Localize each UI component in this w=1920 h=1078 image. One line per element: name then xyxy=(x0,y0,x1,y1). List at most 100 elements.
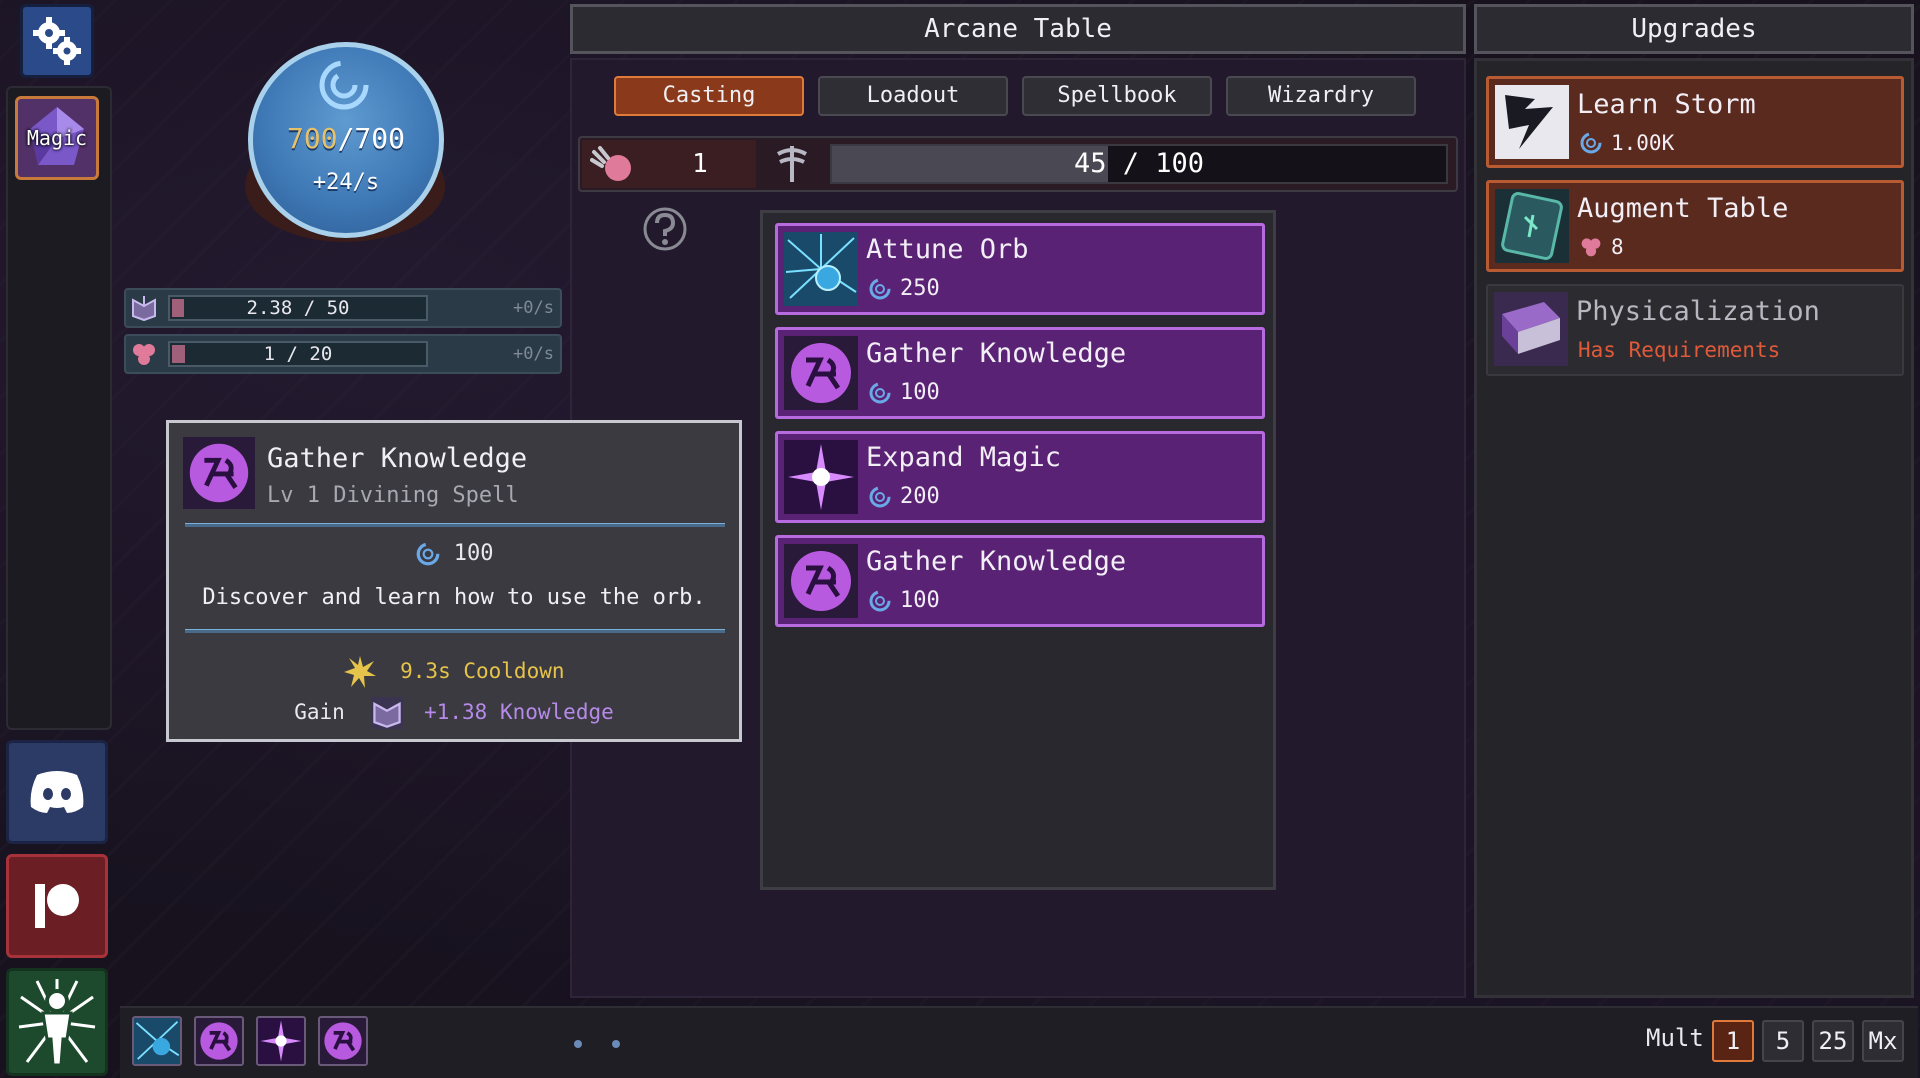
tooltip-cost: 100 xyxy=(169,541,739,567)
spell-name: Attune Orb xyxy=(866,234,1029,265)
tab-spellbook[interactable]: Spellbook xyxy=(1022,76,1212,116)
spell-gather-knowledge[interactable]: Gather Knowledge 100 xyxy=(775,327,1265,419)
upgrade-cost: 8 xyxy=(1579,235,1624,259)
mana-max: 700 xyxy=(354,122,405,155)
mult-1-button[interactable]: 1 xyxy=(1712,1020,1754,1062)
tab-casting[interactable]: Casting xyxy=(614,76,804,116)
mana-rate: +24/s xyxy=(312,170,380,195)
quickslot-attune-orb[interactable] xyxy=(132,1016,182,1066)
cast-progress-text: 45 / 100 xyxy=(1073,148,1205,179)
spell-cost-value: 100 xyxy=(900,380,940,405)
spell-list: Attune Orb 250 Gather Knowledge 100 Expa… xyxy=(760,210,1276,890)
upgrades-title: Upgrades xyxy=(1474,4,1914,54)
quickslot-gather-knowledge[interactable] xyxy=(194,1016,244,1066)
knowledge-icon xyxy=(371,697,404,729)
upgrade-name: Learn Storm xyxy=(1577,89,1756,120)
spell-cost: 100 xyxy=(868,380,940,405)
sidebar-rail xyxy=(6,86,112,730)
mana-icon xyxy=(416,542,439,566)
orb-icon xyxy=(135,1021,180,1060)
hand-icon xyxy=(590,146,631,181)
upgrade-physicalization[interactable]: Physicalization Has Requirements xyxy=(1486,284,1904,376)
gem-icon xyxy=(133,344,155,365)
resource-row-gems[interactable]: 1 / 20 +0/s xyxy=(124,334,562,374)
rune-icon xyxy=(784,336,858,410)
cooldown-burst-icon xyxy=(344,656,377,688)
tooltip-cooldown: 9.3s Cooldown xyxy=(169,655,739,689)
magic-tab-label: Magic xyxy=(26,126,88,150)
spell-cost-value: 100 xyxy=(900,588,940,613)
upgrade-requirement: Has Requirements xyxy=(1578,338,1780,362)
resource-row-knowledge[interactable]: 2.38 / 50 +0/s xyxy=(124,288,562,328)
mana-icon xyxy=(869,486,891,507)
starburst-icon xyxy=(260,1020,302,1062)
mult-max-button[interactable]: Mx xyxy=(1862,1020,1904,1062)
upgrade-cost-value: 1.00K xyxy=(1611,131,1675,155)
tab-wizardry[interactable]: Wizardry xyxy=(1226,76,1416,116)
upgrade-learn-storm[interactable]: Learn Storm 1.00K xyxy=(1486,76,1904,168)
spell-cost: 250 xyxy=(868,276,940,301)
storm-icon xyxy=(1495,85,1569,159)
upgrade-requirement-text: Has Requirements xyxy=(1578,338,1781,362)
cast-count: 1 xyxy=(692,149,708,179)
tablet-icon xyxy=(1495,189,1569,263)
tooltip-subtitle: Lv 1 Divining Spell xyxy=(267,483,519,508)
casting-bar: 1 45 / 100 xyxy=(578,136,1458,192)
character-button[interactable] xyxy=(6,968,108,1076)
spell-cost-value: 200 xyxy=(900,484,940,509)
quickslot-expand-magic[interactable] xyxy=(256,1016,306,1066)
help-icon[interactable] xyxy=(640,204,690,254)
tooltip-gain: Gain +1.38 Knowledge xyxy=(169,697,739,729)
gears-icon xyxy=(33,17,81,65)
rune-icon xyxy=(183,437,255,509)
rune-icon xyxy=(200,1022,238,1060)
spell-gather-knowledge-2[interactable]: Gather Knowledge 100 xyxy=(775,535,1265,627)
starburst-icon xyxy=(784,440,858,514)
knowledge-rate: +0/s xyxy=(513,298,554,318)
tab-loadout[interactable]: Loadout xyxy=(818,76,1008,116)
rune-icon xyxy=(324,1022,362,1060)
knowledge-icon xyxy=(132,296,156,322)
spell-cost: 100 xyxy=(868,588,940,613)
upgrade-cost: 1.00K xyxy=(1579,131,1674,155)
spell-attune-orb[interactable]: Attune Orb 250 xyxy=(775,223,1265,315)
arcane-table-title: Arcane Table xyxy=(570,4,1466,54)
upgrade-cost-value: 8 xyxy=(1611,235,1624,259)
spell-name: Expand Magic xyxy=(866,442,1062,473)
mult-label: Mult xyxy=(1646,1024,1704,1052)
upgrade-name: Augment Table xyxy=(1577,193,1789,224)
quickslot-gather-knowledge-2[interactable] xyxy=(318,1016,368,1066)
tooltip-description: Discover and learn how to use the orb. xyxy=(202,585,706,610)
upgrade-augment-table[interactable]: Augment Table 8 xyxy=(1486,180,1904,272)
patreon-icon xyxy=(35,884,79,928)
gem-value: 1 / 20 xyxy=(263,343,333,365)
discord-button[interactable] xyxy=(6,740,108,844)
gem-icon xyxy=(1581,238,1601,257)
tooltip-cost-value: 100 xyxy=(453,541,494,566)
spell-expand-magic[interactable]: Expand Magic 200 xyxy=(775,431,1265,523)
discord-icon xyxy=(30,771,84,813)
mana-icon xyxy=(869,278,891,299)
spell-cost: 200 xyxy=(868,484,940,509)
mana-separator: / xyxy=(337,122,355,155)
page-dot[interactable] xyxy=(574,1040,582,1048)
tooltip-divider xyxy=(185,629,725,633)
mana-swirl-icon xyxy=(319,60,369,110)
mult-25-button[interactable]: 25 xyxy=(1812,1020,1854,1062)
spell-cost-value: 250 xyxy=(900,276,940,301)
magic-tab-button[interactable]: Magic xyxy=(15,96,99,180)
gem-rate: +0/s xyxy=(513,344,554,364)
page-dot[interactable] xyxy=(612,1040,620,1048)
mana-icon xyxy=(869,590,891,611)
settings-button[interactable] xyxy=(20,4,94,78)
tooltip-gain-label: Gain xyxy=(294,700,345,724)
staff-icon xyxy=(777,146,807,182)
mana-icon xyxy=(869,382,891,403)
spell-name: Gather Knowledge xyxy=(866,546,1127,577)
spell-tooltip: Gather Knowledge Lv 1 Divining Spell 100… xyxy=(166,420,742,742)
tooltip-title: Gather Knowledge xyxy=(267,443,528,474)
patreon-button[interactable] xyxy=(6,854,108,958)
rune-icon xyxy=(784,544,858,618)
cast-progress: 45 / 100 xyxy=(830,144,1448,184)
mult-5-button[interactable]: 5 xyxy=(1762,1020,1804,1062)
